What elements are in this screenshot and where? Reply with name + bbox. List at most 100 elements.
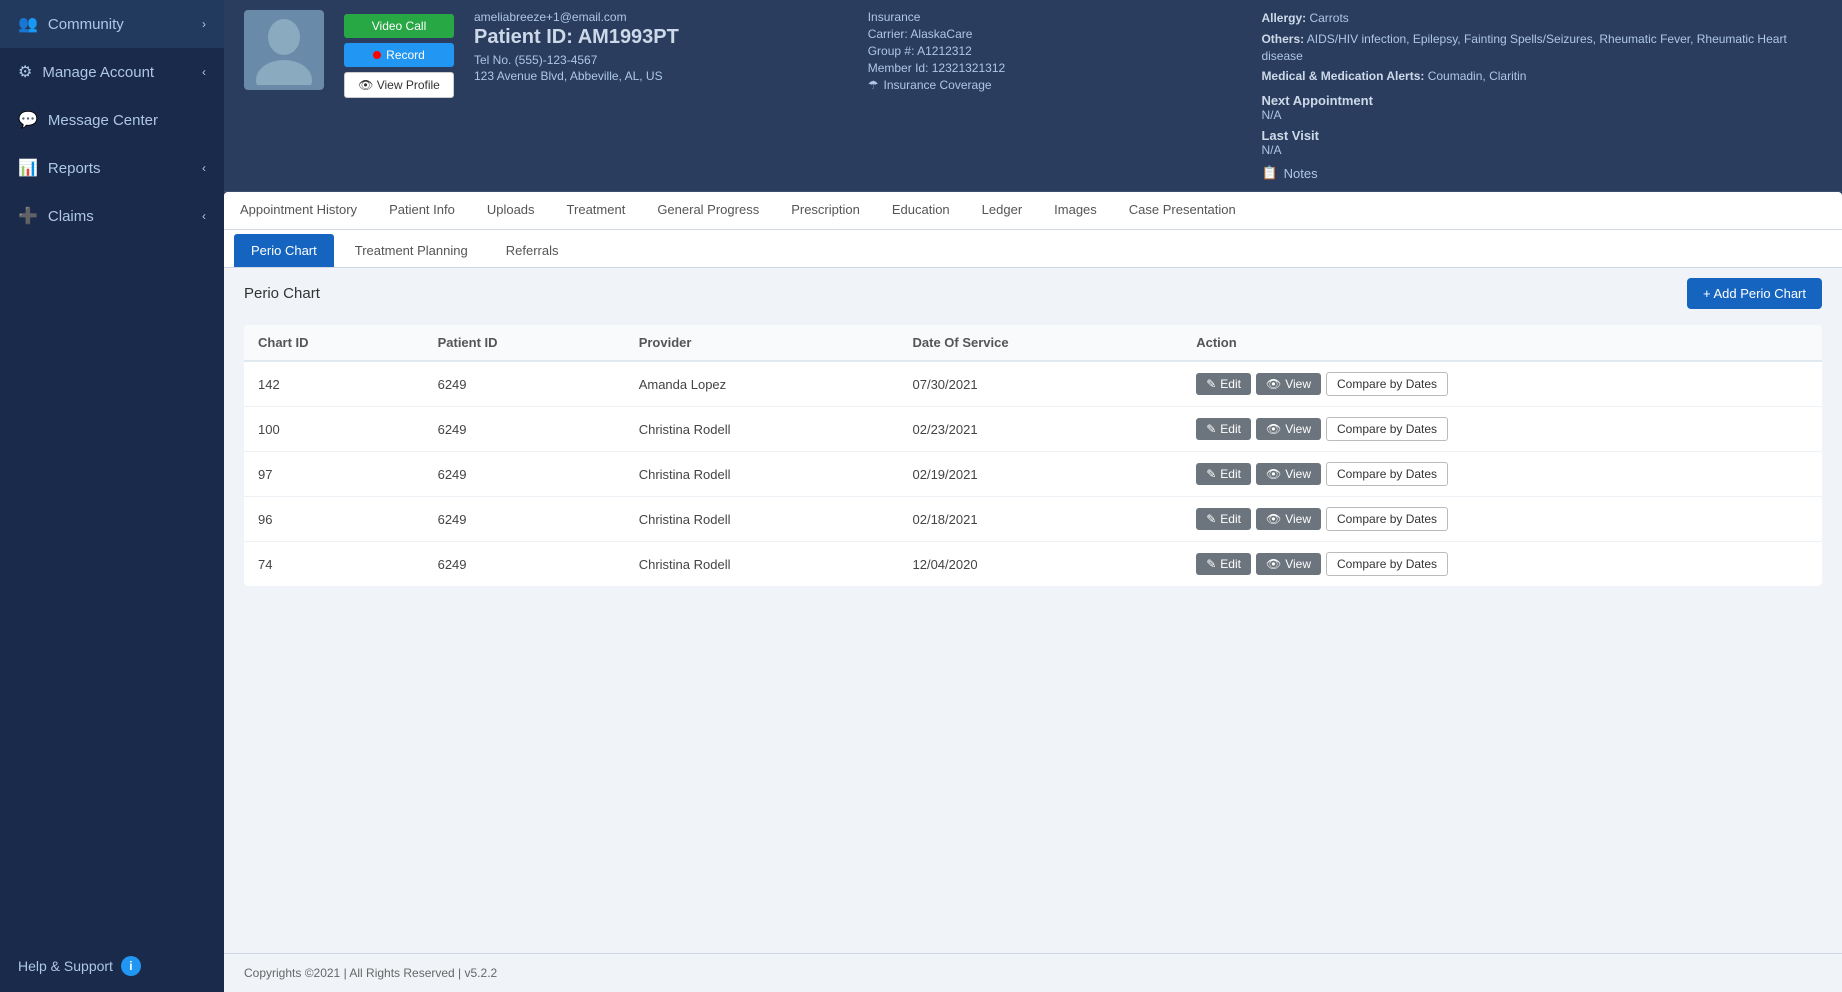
tab-images[interactable]: Images <box>1038 192 1113 229</box>
cell-date: 02/19/2021 <box>899 452 1183 497</box>
table-row: 142 6249 Amanda Lopez 07/30/2021 ✎ Edit … <box>244 361 1822 407</box>
cell-action: ✎ Edit 👁 View Compare by Dates <box>1182 542 1822 587</box>
tab-treatment-planning[interactable]: Treatment Planning <box>338 234 485 267</box>
notes-button[interactable]: 📋 Notes <box>1261 165 1822 181</box>
tab-ledger[interactable]: Ledger <box>966 192 1038 229</box>
sidebar-item-message-center[interactable]: 💬 Message Center <box>0 96 224 144</box>
edit-icon: ✎ <box>1206 557 1216 571</box>
edit-button[interactable]: ✎ Edit <box>1196 373 1251 395</box>
cell-date: 02/23/2021 <box>899 407 1183 452</box>
sidebar-item-label: Message Center <box>48 112 158 129</box>
edit-icon: ✎ <box>1206 512 1216 526</box>
tab-case-presentation[interactable]: Case Presentation <box>1113 192 1252 229</box>
compare-by-dates-button[interactable]: Compare by Dates <box>1326 372 1448 396</box>
help-support-label: Help & Support <box>18 958 113 974</box>
alerts-row: Medical & Medication Alerts: Coumadin, C… <box>1261 68 1822 85</box>
footer: Copyrights ©2021 | All Rights Reserved |… <box>224 953 1842 992</box>
view-button[interactable]: 👁 View <box>1256 463 1321 485</box>
edit-button[interactable]: ✎ Edit <box>1196 508 1251 530</box>
patient-action-buttons: Video Call Record 👁 View Profile <box>344 14 454 98</box>
cell-date: 12/04/2020 <box>899 542 1183 587</box>
patient-phone: Tel No. (555)-123-4567 <box>474 53 848 67</box>
eye-icon: 👁 <box>1266 422 1281 436</box>
sidebar-item-label: Claims <box>48 208 94 225</box>
col-action: Action <box>1182 325 1822 361</box>
edit-button[interactable]: ✎ Edit <box>1196 463 1251 485</box>
tab-perio-chart[interactable]: Perio Chart <box>234 234 334 267</box>
view-button[interactable]: 👁 View <box>1256 553 1321 575</box>
cell-patient-id: 6249 <box>424 497 625 542</box>
cell-action: ✎ Edit 👁 View Compare by Dates <box>1182 452 1822 497</box>
view-button[interactable]: 👁 View <box>1256 508 1321 530</box>
info-icon: i <box>121 956 141 976</box>
perio-section: Perio Chart + Add Perio Chart Chart ID P… <box>224 268 1842 953</box>
cell-provider: Christina Rodell <box>625 452 899 497</box>
perio-chart-title: Perio Chart <box>244 285 320 302</box>
table-row: 97 6249 Christina Rodell 02/19/2021 ✎ Ed… <box>244 452 1822 497</box>
chevron-icon: ‹ <box>202 209 206 223</box>
patient-address: 123 Avenue Blvd, Abbeville, AL, US <box>474 69 848 83</box>
cell-provider: Christina Rodell <box>625 542 899 587</box>
sidebar-item-label: Reports <box>48 160 101 177</box>
tab-education[interactable]: Education <box>876 192 966 229</box>
cell-action: ✎ Edit 👁 View Compare by Dates <box>1182 407 1822 452</box>
umbrella-icon: ☂ <box>868 78 879 92</box>
edit-button[interactable]: ✎ Edit <box>1196 553 1251 575</box>
chevron-icon: ‹ <box>202 161 206 175</box>
eye-icon: 👁 <box>1266 377 1281 391</box>
cell-chart-id: 97 <box>244 452 424 497</box>
compare-by-dates-button[interactable]: Compare by Dates <box>1326 507 1448 531</box>
cell-provider: Amanda Lopez <box>625 361 899 407</box>
compare-by-dates-button[interactable]: Compare by Dates <box>1326 462 1448 486</box>
message-icon: 💬 <box>18 110 38 130</box>
record-button[interactable]: Record <box>344 43 454 67</box>
chevron-icon: ‹ <box>202 65 206 79</box>
tab-referrals[interactable]: Referrals <box>489 234 576 267</box>
compare-by-dates-button[interactable]: Compare by Dates <box>1326 417 1448 441</box>
cell-patient-id: 6249 <box>424 361 625 407</box>
tab-prescription[interactable]: Prescription <box>775 192 876 229</box>
chevron-icon: › <box>202 17 206 31</box>
allergy-row: Allergy: Carrots <box>1261 10 1822 27</box>
patient-id: Patient ID: AM1993PT <box>474 26 848 49</box>
tab-treatment[interactable]: Treatment <box>551 192 642 229</box>
tab-uploads[interactable]: Uploads <box>471 192 551 229</box>
sidebar-item-community[interactable]: 👥 Community › <box>0 0 224 48</box>
member-row: Member Id: 12321321312 <box>868 61 1242 75</box>
compare-by-dates-button[interactable]: Compare by Dates <box>1326 552 1448 576</box>
sidebar-item-claims[interactable]: ➕ Claims ‹ <box>0 192 224 240</box>
cell-provider: Christina Rodell <box>625 407 899 452</box>
edit-icon: ✎ <box>1206 377 1216 391</box>
patient-header: Video Call Record 👁 View Profile ameliab… <box>224 0 1842 192</box>
help-support[interactable]: Help & Support i <box>0 940 224 992</box>
add-perio-chart-button[interactable]: + Add Perio Chart <box>1687 278 1822 309</box>
insurance-section: Insurance Carrier: AlaskaCare Group #: A… <box>868 10 1242 92</box>
reports-icon: 📊 <box>18 158 38 178</box>
tab-patient-info[interactable]: Patient Info <box>373 192 471 229</box>
view-button[interactable]: 👁 View <box>1256 418 1321 440</box>
cell-chart-id: 74 <box>244 542 424 587</box>
tab-appointment-history[interactable]: Appointment History <box>224 192 373 229</box>
cell-patient-id: 6249 <box>424 452 625 497</box>
others-row: Others: AIDS/HIV infection, Epilepsy, Fa… <box>1261 31 1822 65</box>
sidebar-item-reports[interactable]: 📊 Reports ‹ <box>0 144 224 192</box>
edit-button[interactable]: ✎ Edit <box>1196 418 1251 440</box>
community-icon: 👥 <box>18 14 38 34</box>
patient-email: ameliabreeze+1@email.com <box>474 10 848 24</box>
eye-icon: 👁 <box>1266 512 1281 526</box>
view-profile-button[interactable]: 👁 View Profile <box>344 72 454 98</box>
cell-patient-id: 6249 <box>424 407 625 452</box>
sidebar-item-manage-account[interactable]: ⚙ Manage Account ‹ <box>0 48 224 96</box>
notes-icon: 📋 <box>1261 165 1277 181</box>
video-call-button[interactable]: Video Call <box>344 14 454 38</box>
edit-icon: ✎ <box>1206 467 1216 481</box>
last-visit: Last Visit N/A <box>1261 128 1822 157</box>
sidebar: 👥 Community › ⚙ Manage Account ‹ 💬 Messa… <box>0 0 224 992</box>
cell-chart-id: 142 <box>244 361 424 407</box>
tabs-row-2: Perio Chart Treatment Planning Referrals <box>224 230 1842 268</box>
table-row: 96 6249 Christina Rodell 02/18/2021 ✎ Ed… <box>244 497 1822 542</box>
tab-general-progress[interactable]: General Progress <box>641 192 775 229</box>
footer-text: Copyrights ©2021 | All Rights Reserved |… <box>244 966 497 980</box>
view-button[interactable]: 👁 View <box>1256 373 1321 395</box>
cell-date: 07/30/2021 <box>899 361 1183 407</box>
